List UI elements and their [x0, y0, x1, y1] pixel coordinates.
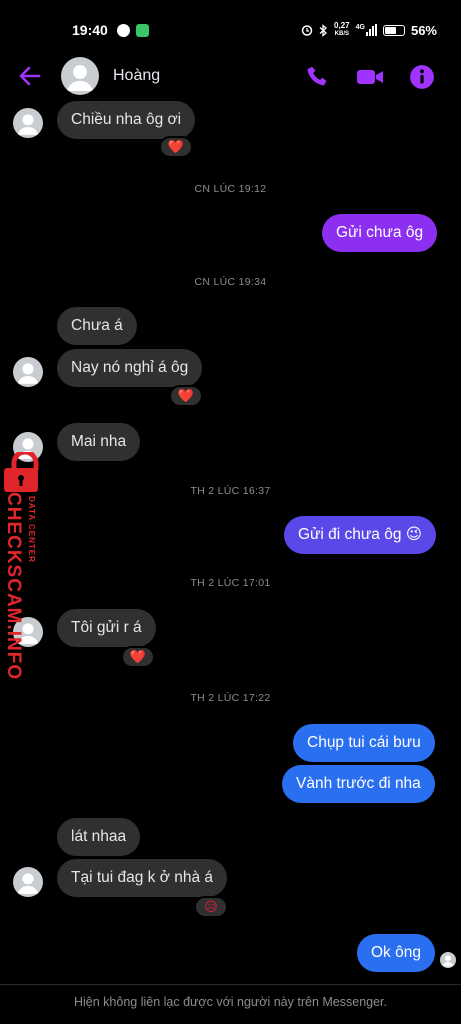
phone-icon[interactable]	[305, 64, 331, 90]
message-bubble-incoming[interactable]: Mai nha	[57, 423, 141, 461]
reaction-heart[interactable]: ❤️	[159, 136, 193, 158]
message-bubble-incoming[interactable]: Tôi gửi r á	[57, 609, 156, 647]
message-bubble-incoming[interactable]: Nay nó nghỉ á ôg	[57, 349, 203, 387]
net-speed: 0,27 KB/S	[334, 21, 350, 38]
message-timestamp: CN LÚC 19:12	[194, 183, 267, 195]
lock-icon	[4, 452, 39, 492]
message-bubble-outgoing[interactable]: Gửi chưa ôg	[322, 214, 438, 252]
message-bubble-outgoing[interactable]: Gửi đi chưa ôg 😉	[284, 516, 436, 554]
unavailable-notice-text: Hiện không liên lạc được với người này t…	[73, 995, 387, 1009]
watermark-text: CHECKSCAM.INFO	[3, 492, 24, 681]
message-timestamp: TH 2 LÚC 16:37	[190, 485, 271, 497]
line-app-icon	[136, 24, 149, 37]
message-bubble-outgoing[interactable]: Vành trước đi nha	[282, 765, 435, 803]
chat-header: Hoàng	[0, 56, 461, 100]
sender-avatar[interactable]	[13, 867, 43, 897]
status-bar: 19:40 0,27 KB/S 4G 56%	[0, 0, 461, 56]
watermark-subtext: DATA CENTER	[27, 496, 36, 563]
message-bubble-incoming[interactable]: Chưa á	[57, 307, 137, 345]
back-arrow-icon[interactable]	[18, 64, 42, 88]
seen-avatar	[440, 952, 456, 968]
default-avatar-icon	[17, 873, 39, 894]
message-timestamp: CN LÚC 19:34	[194, 276, 267, 288]
reaction-sad[interactable]: 😥	[194, 896, 228, 918]
battery-icon	[382, 24, 405, 36]
watermark: CHECKSCAM.INFO DATA CENTER	[0, 452, 60, 682]
reaction-heart[interactable]: ❤️	[121, 646, 155, 668]
message-timestamp: TH 2 LÚC 17:22	[190, 692, 271, 704]
default-avatar-icon	[67, 65, 93, 91]
alarm-icon	[301, 25, 313, 36]
default-avatar-icon	[442, 955, 454, 967]
message-bubble-outgoing[interactable]: Chụp tui cái bưu	[293, 724, 435, 762]
message-bubble-incoming[interactable]: Chiều nha ôg ơi	[57, 101, 196, 139]
message-bubble-incoming[interactable]: lát nhaa	[57, 818, 141, 856]
unavailable-notice: Hiện không liên lạc được với người này t…	[0, 984, 461, 1024]
network-type: 4G	[355, 24, 365, 31]
sender-avatar[interactable]	[13, 357, 43, 387]
video-icon[interactable]	[356, 64, 384, 90]
reaction-heart[interactable]: ❤️	[169, 385, 203, 407]
message-bubble-incoming[interactable]: Tại tui đag k ở nhà á	[57, 859, 227, 897]
status-time: 19:40	[72, 22, 108, 38]
contact-avatar[interactable]	[61, 57, 99, 95]
signal-icon: 4G	[356, 24, 377, 36]
sender-avatar[interactable]	[13, 108, 43, 138]
status-indicators: 0,27 KB/S 4G 56%	[301, 22, 437, 38]
contact-name[interactable]: Hoàng	[113, 67, 160, 85]
bluetooth-icon	[319, 23, 328, 37]
default-avatar-icon	[17, 114, 39, 135]
default-avatar-icon	[17, 363, 39, 384]
info-icon[interactable]	[409, 64, 435, 90]
message-bubble-outgoing[interactable]: Ok ông	[357, 934, 435, 972]
battery-percent: 56%	[410, 22, 437, 38]
message-timestamp: TH 2 LÚC 17:01	[190, 577, 271, 589]
pinterest-icon	[117, 24, 130, 37]
